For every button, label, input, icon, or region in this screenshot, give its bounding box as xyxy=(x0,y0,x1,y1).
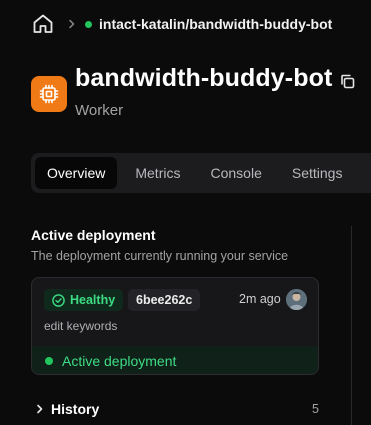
page-title: bandwidth-buddy-bot xyxy=(75,64,333,92)
tab-console[interactable]: Console xyxy=(198,157,273,189)
deployment-time: 2m ago xyxy=(239,292,281,306)
active-status-dot xyxy=(45,357,53,365)
cpu-chip-icon xyxy=(31,76,67,112)
history-toggle[interactable]: History 5 xyxy=(31,399,319,419)
status-badge: Healthy xyxy=(44,289,124,311)
commit-hash-badge[interactable]: 6bee262c xyxy=(128,289,201,311)
service-type-label: Worker xyxy=(75,102,124,119)
active-deployment-heading: Active deployment xyxy=(31,227,156,243)
tab-metrics[interactable]: Metrics xyxy=(123,157,192,189)
home-icon[interactable] xyxy=(31,12,55,36)
tab-overview[interactable]: Overview xyxy=(35,157,118,189)
deployment-card[interactable]: Healthy 6bee262c 2m ago edit keywords Ac… xyxy=(31,277,319,375)
commit-message: edit keywords xyxy=(44,319,118,333)
chevron-right-icon xyxy=(69,19,75,29)
deployment-card-footer: Active deployment xyxy=(32,346,318,374)
project-status-dot xyxy=(85,20,92,28)
active-deployment-description: The deployment currently running your se… xyxy=(31,249,289,263)
avatar xyxy=(286,289,307,310)
breadcrumb: intact-katalin/bandwidth-buddy-bot xyxy=(31,12,332,36)
tab-settings[interactable]: Settings xyxy=(280,157,355,189)
panel-divider xyxy=(351,226,352,425)
copy-icon[interactable] xyxy=(339,73,356,90)
tab-bar: Overview Metrics Console Settings xyxy=(31,153,371,193)
status-badge-label: Healthy xyxy=(70,293,116,307)
history-label: History xyxy=(51,401,100,417)
breadcrumb-project-link[interactable]: intact-katalin/bandwidth-buddy-bot xyxy=(99,16,332,32)
service-page: intact-katalin/bandwidth-buddy-bot bandw… xyxy=(0,0,371,425)
chevron-right-icon xyxy=(37,404,43,414)
active-deployment-label: Active deployment xyxy=(62,353,177,369)
check-circle-icon xyxy=(52,293,65,307)
history-count: 5 xyxy=(312,402,319,416)
